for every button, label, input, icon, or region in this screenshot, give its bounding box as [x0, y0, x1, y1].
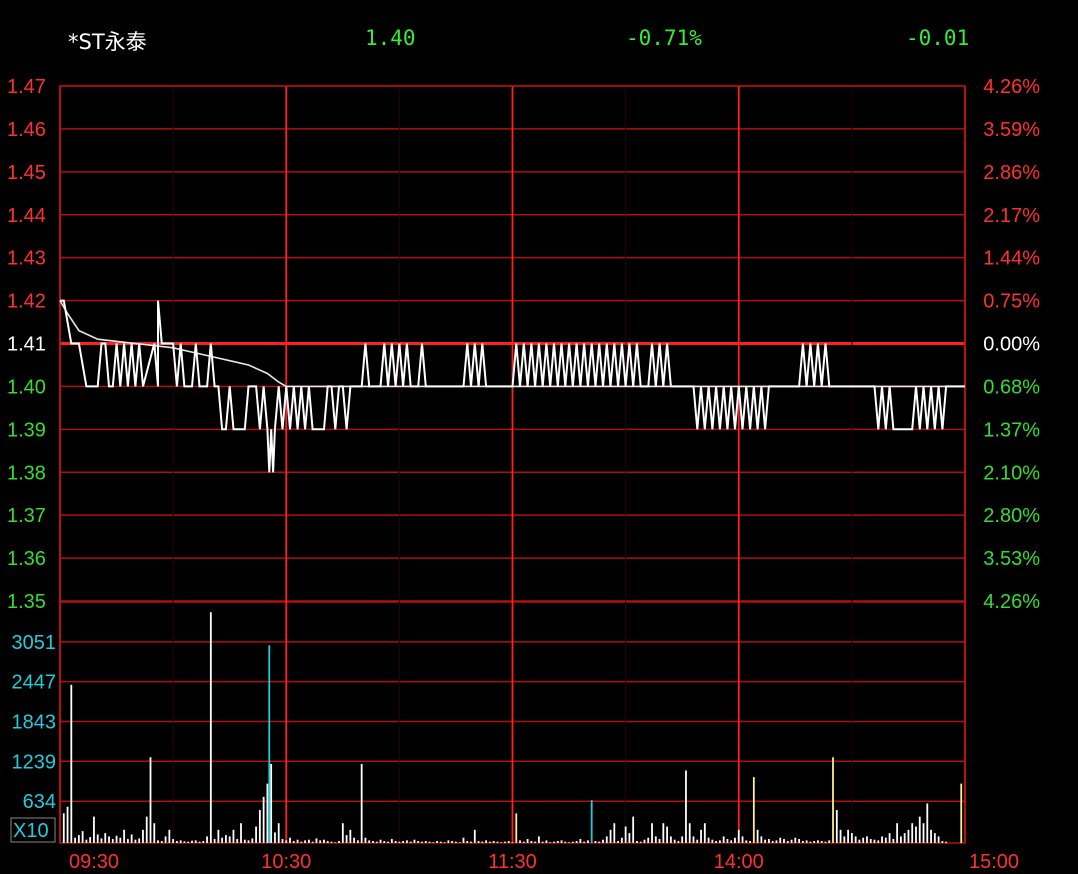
volume-tick-label: 1843	[12, 711, 57, 733]
percent-tick-label: 0.75%	[983, 291, 1040, 313]
percent-tick-label: 2.80%	[983, 505, 1040, 527]
price-tick-label: 1.40	[7, 376, 46, 398]
price-tick-label: 1.44	[7, 205, 46, 227]
volume-unit-label: X10	[13, 820, 49, 842]
price-tick-label: 1.39	[7, 419, 46, 441]
price-tick-label: 1.47	[7, 76, 46, 98]
price-tick-label: 1.38	[7, 462, 46, 484]
percent-tick-label: 4.26%	[983, 76, 1040, 98]
change-percent: -0.71%	[626, 26, 702, 50]
volume-tick-label: 1239	[12, 751, 57, 773]
percent-tick-label: 1.37%	[983, 419, 1040, 441]
price-tick-label: 1.35	[7, 591, 46, 613]
time-tick-label: 11:30	[488, 851, 537, 873]
percent-tick-label: 3.53%	[983, 548, 1040, 570]
percent-tick-label: 0.00%	[983, 334, 1040, 356]
percent-tick-label: 2.17%	[983, 205, 1040, 227]
percent-tick-label: 1.44%	[983, 248, 1040, 270]
percent-tick-label: 3.59%	[983, 119, 1040, 141]
change-amount: -0.01	[906, 26, 970, 50]
price-tick-label: 1.43	[7, 248, 46, 270]
percent-tick-label: 0.68%	[983, 376, 1040, 398]
price-tick-label: 1.36	[7, 548, 46, 570]
time-tick-label: 10:30	[261, 851, 311, 873]
volume-tick-label: 634	[23, 791, 56, 813]
volume-tick-label: 2447	[12, 672, 57, 694]
stock-name: *ST永泰	[68, 30, 147, 54]
price-tick-label: 1.41	[7, 334, 46, 356]
price-tick-label: 1.45	[7, 162, 46, 184]
price-tick-label: 1.42	[7, 291, 46, 313]
price-tick-label: 1.37	[7, 505, 46, 527]
intraday-chart: 1.47 1.46 1.45 1.44 1.43 1.42 1.41 1.40 1.39 1.38…	[0, 0, 1078, 874]
percent-tick-label: 2.10%	[983, 462, 1040, 484]
time-tick-label: 09:30	[69, 851, 119, 873]
percent-tick-label: 2.86%	[983, 162, 1040, 184]
price-tick-label: 1.46	[7, 119, 46, 141]
time-tick-label: 14:00	[714, 851, 764, 873]
volume-tick-label: 3051	[12, 632, 57, 654]
time-tick-label: 15:00	[969, 851, 1019, 873]
current-price: 1.40	[365, 26, 416, 50]
percent-tick-label: 4.26%	[983, 591, 1040, 613]
